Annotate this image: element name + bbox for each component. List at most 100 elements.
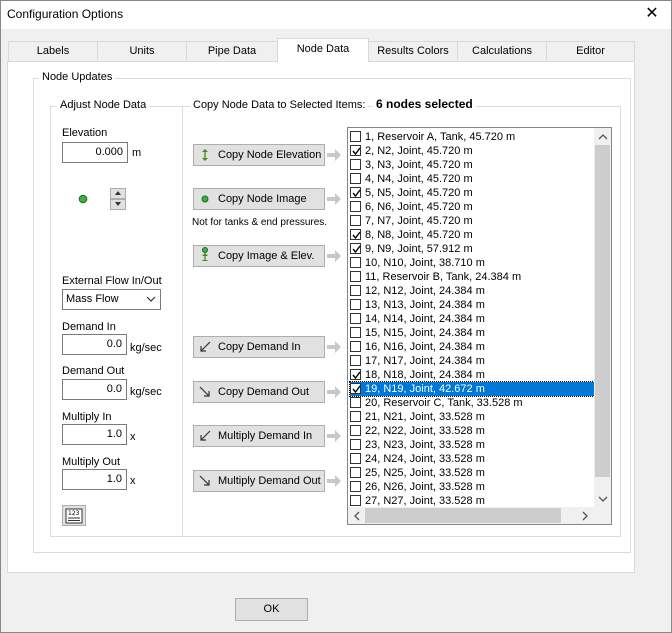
demand-in-input[interactable]: 0.0 xyxy=(62,334,127,355)
node-list-item[interactable]: 16, N16, Joint, 24.384 m xyxy=(350,340,594,354)
node-list-label: 18, N18, Joint, 24.384 m xyxy=(365,369,485,381)
calculator-button[interactable]: 123 xyxy=(62,505,86,526)
tab-results-colors[interactable]: Results Colors xyxy=(368,41,458,61)
node-checkbox[interactable] xyxy=(350,187,361,198)
arrow-right-icon xyxy=(327,341,341,353)
scroll-up-icon[interactable] xyxy=(598,133,608,140)
node-list-item[interactable]: 12, N12, Joint, 24.384 m xyxy=(350,284,594,298)
arrow-right-icon xyxy=(327,475,341,487)
vertical-scroll-thumb[interactable] xyxy=(595,145,610,477)
tab-calculations[interactable]: Calculations xyxy=(457,41,547,61)
node-checkbox[interactable] xyxy=(350,383,361,394)
node-checkbox[interactable] xyxy=(350,355,361,366)
node-list-item[interactable]: 26, N26, Joint, 33.528 m xyxy=(350,480,594,494)
node-list-item[interactable]: 4, N4, Joint, 45.720 m xyxy=(350,172,594,186)
node-list-item[interactable]: 8, N8, Joint, 45.720 m xyxy=(350,228,594,242)
node-checkbox[interactable] xyxy=(350,285,361,296)
node-checkbox[interactable] xyxy=(350,257,361,268)
scroll-right-icon[interactable] xyxy=(582,511,589,521)
node-list-item[interactable]: 5, N5, Joint, 45.720 m xyxy=(350,186,594,200)
node-list-item[interactable]: 13, N13, Joint, 24.384 m xyxy=(350,298,594,312)
node-list-item[interactable]: 10, N10, Joint, 38.710 m xyxy=(350,256,594,270)
node-checkbox[interactable] xyxy=(350,215,361,226)
elevation-input[interactable]: 0.000 xyxy=(62,142,128,163)
tab-editor[interactable]: Editor xyxy=(546,41,635,61)
node-checkbox[interactable] xyxy=(350,439,361,450)
node-checkbox[interactable] xyxy=(350,131,361,142)
tab-labels[interactable]: Labels xyxy=(8,41,98,61)
node-list-item[interactable]: 20, Reservoir C, Tank, 33.528 m xyxy=(350,396,594,410)
node-checkbox[interactable] xyxy=(350,495,361,506)
node-checkbox[interactable] xyxy=(350,173,361,184)
node-checkbox[interactable] xyxy=(350,229,361,240)
copy-demand-out-button[interactable]: Copy Demand Out xyxy=(193,381,325,403)
check-icon xyxy=(352,189,361,198)
ok-button[interactable]: OK xyxy=(235,598,308,621)
node-checkbox[interactable] xyxy=(350,271,361,282)
close-icon[interactable]: ✕ xyxy=(641,4,663,24)
tab-units[interactable]: Units xyxy=(97,41,187,61)
vertical-scrollbar[interactable] xyxy=(594,128,611,509)
scroll-left-icon[interactable] xyxy=(353,511,360,521)
node-checkbox[interactable] xyxy=(350,341,361,352)
multiply-out-input[interactable]: 1.0 xyxy=(62,469,127,490)
node-list-label: 26, N26, Joint, 33.528 m xyxy=(365,481,485,493)
node-dot-icon xyxy=(201,195,209,203)
multiply-in-label: Multiply In xyxy=(62,411,112,423)
node-list-item[interactable]: 17, N17, Joint, 24.384 m xyxy=(350,354,594,368)
node-list-label: 24, N24, Joint, 33.528 m xyxy=(365,453,485,465)
spin-down-button[interactable] xyxy=(110,199,126,210)
scroll-down-icon[interactable] xyxy=(598,496,608,503)
node-checkbox[interactable] xyxy=(350,425,361,436)
node-checkbox[interactable] xyxy=(350,313,361,324)
node-checkbox[interactable] xyxy=(350,145,361,156)
node-list-label: 25, N25, Joint, 33.528 m xyxy=(365,467,485,479)
copy-demand-in-button[interactable]: Copy Demand In xyxy=(193,336,325,358)
horizontal-scroll-thumb[interactable] xyxy=(365,508,561,523)
node-checkbox[interactable] xyxy=(350,453,361,464)
node-checkbox[interactable] xyxy=(350,201,361,212)
multiply-demand-in-button[interactable]: Multiply Demand In xyxy=(193,425,325,447)
node-checkbox[interactable] xyxy=(350,369,361,380)
node-list-item[interactable]: 27, N27, Joint, 33.528 m xyxy=(350,494,594,508)
node-checkbox[interactable] xyxy=(350,467,361,478)
chevron-down-icon xyxy=(146,296,156,302)
node-checkbox[interactable] xyxy=(350,159,361,170)
node-list-item[interactable]: 3, N3, Joint, 45.720 m xyxy=(350,158,594,172)
node-checkbox[interactable] xyxy=(350,397,361,408)
node-list-item[interactable]: 1, Reservoir A, Tank, 45.720 m xyxy=(350,130,594,144)
tab-node-data[interactable]: Node Data xyxy=(277,38,369,62)
node-checkbox[interactable] xyxy=(350,327,361,338)
node-list-item[interactable]: 22, N22, Joint, 33.528 m xyxy=(350,424,594,438)
node-list-item[interactable]: 15, N15, Joint, 24.384 m xyxy=(350,326,594,340)
node-list-item[interactable]: 23, N23, Joint, 33.528 m xyxy=(350,438,594,452)
copy-node-image-button[interactable]: Copy Node Image xyxy=(193,188,325,210)
node-checkbox[interactable] xyxy=(350,411,361,422)
node-list-item[interactable]: 25, N25, Joint, 33.528 m xyxy=(350,466,594,480)
node-list-item[interactable]: 2, N2, Joint, 45.720 m xyxy=(350,144,594,158)
node-list-item[interactable]: 18, N18, Joint, 24.384 m xyxy=(350,368,594,382)
node-checkbox[interactable] xyxy=(350,299,361,310)
node-list-item[interactable]: 7, N7, Joint, 45.720 m xyxy=(350,214,594,228)
copy-image-elevation-button[interactable]: Copy Image & Elev. xyxy=(193,245,325,267)
check-icon xyxy=(352,371,361,380)
node-list-item[interactable]: 14, N14, Joint, 24.384 m xyxy=(350,312,594,326)
node-list-item[interactable]: 11, Reservoir B, Tank, 24.384 m xyxy=(350,270,594,284)
copy-node-elevation-button[interactable]: Copy Node Elevation xyxy=(193,144,325,166)
node-checkbox[interactable] xyxy=(350,481,361,492)
external-flow-select[interactable]: Mass Flow xyxy=(62,289,161,310)
demand-out-input[interactable]: 0.0 xyxy=(62,379,127,400)
multiply-in-input[interactable]: 1.0 xyxy=(62,424,127,445)
spin-up-button[interactable] xyxy=(110,188,126,199)
copy-demand-out-label: Copy Demand Out xyxy=(218,386,310,398)
node-list-item[interactable]: 9, N9, Joint, 57.912 m xyxy=(350,242,594,256)
tab-pipe-data[interactable]: Pipe Data xyxy=(186,41,278,61)
node-list-item[interactable]: 21, N21, Joint, 33.528 m xyxy=(350,410,594,424)
node-checkbox[interactable] xyxy=(350,243,361,254)
horizontal-scrollbar[interactable] xyxy=(348,507,594,524)
node-checklist[interactable]: 1, Reservoir A, Tank, 45.720 m 2, N2, Joi… xyxy=(347,127,612,525)
multiply-demand-out-button[interactable]: Multiply Demand Out xyxy=(193,470,325,492)
node-list-item[interactable]: 24, N24, Joint, 33.528 m xyxy=(350,452,594,466)
node-list-item[interactable]: 6, N6, Joint, 45.720 m xyxy=(350,200,594,214)
node-list-item[interactable]: 19, N19, Joint, 42.672 m xyxy=(349,381,595,397)
